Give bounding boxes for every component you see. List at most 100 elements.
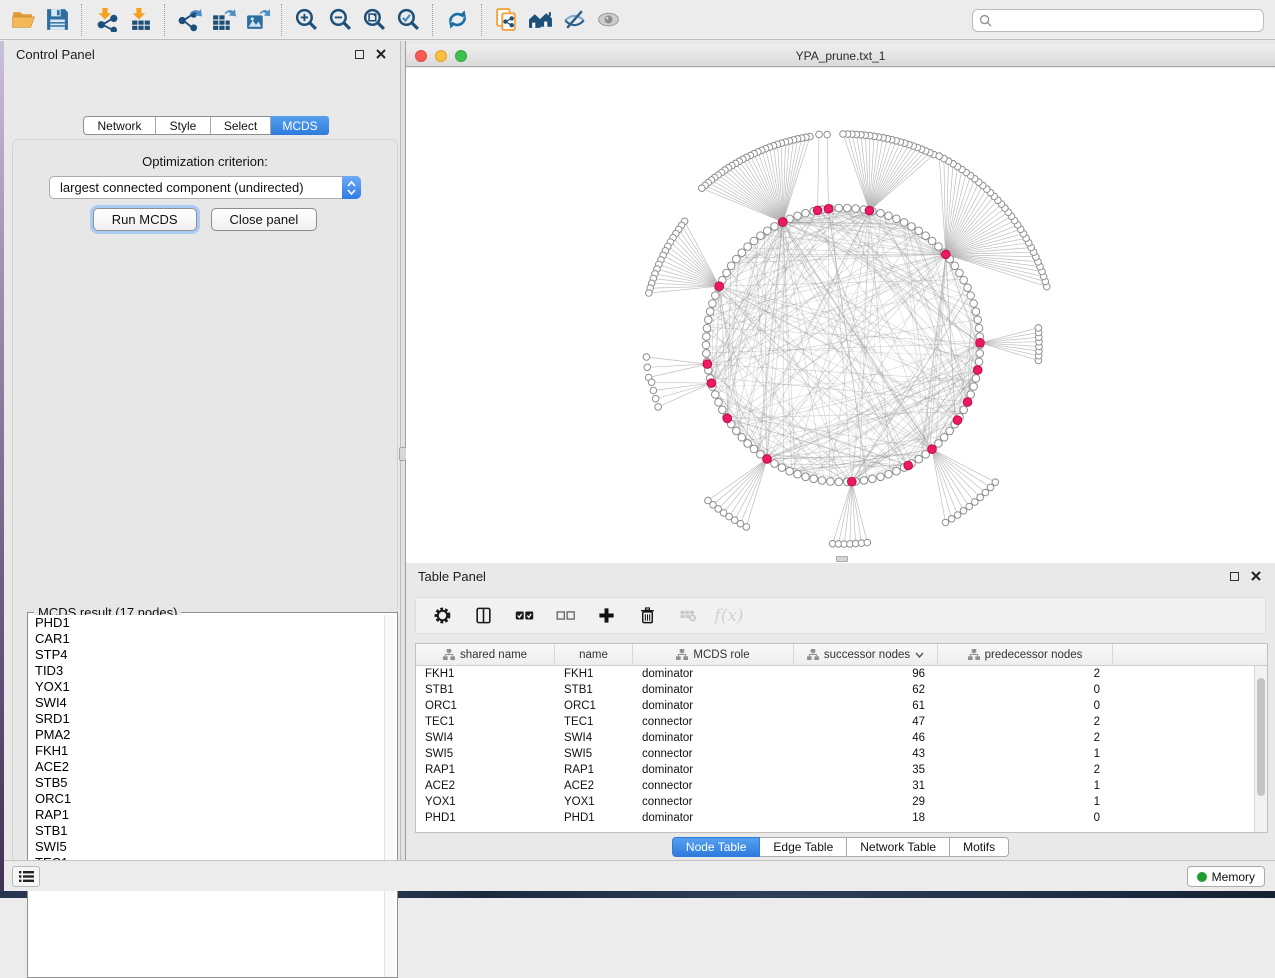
table-cell: connector bbox=[633, 748, 794, 760]
float-panel-button[interactable] bbox=[352, 47, 366, 61]
hide-selected-button[interactable] bbox=[557, 4, 591, 36]
column-header-mcds-role[interactable]: MCDS role bbox=[633, 644, 794, 665]
trash-icon bbox=[638, 606, 657, 625]
mcds-result-item[interactable]: YOX1 bbox=[30, 679, 395, 695]
gear-icon bbox=[433, 606, 452, 625]
float-table-panel-button[interactable] bbox=[1227, 569, 1241, 583]
close-panel-pushbutton[interactable]: Close panel bbox=[211, 208, 318, 231]
horizontal-splitter-grip[interactable] bbox=[836, 556, 848, 562]
tab-network-table[interactable]: Network Table bbox=[847, 837, 950, 857]
duplicate-view-icon bbox=[494, 7, 519, 32]
eye-icon bbox=[596, 7, 621, 32]
table-cell: STB1 bbox=[555, 684, 633, 696]
close-table-panel-button[interactable] bbox=[1249, 569, 1263, 583]
table-row[interactable]: YOX1YOX1connector291 bbox=[416, 794, 1254, 810]
table-row[interactable]: FKH1FKH1dominator962 bbox=[416, 666, 1254, 682]
network-window-titlebar[interactable]: YPA_prune.txt_1 bbox=[406, 45, 1275, 67]
mcds-result-item[interactable]: ACE2 bbox=[30, 759, 395, 775]
checked-boxes-icon bbox=[515, 606, 534, 625]
zoom-out-button[interactable] bbox=[323, 4, 357, 36]
table-row[interactable]: TEC1TEC1connector472 bbox=[416, 714, 1254, 730]
show-all-button[interactable] bbox=[591, 4, 625, 36]
column-header-name[interactable]: name bbox=[555, 644, 633, 665]
duplicate-view-button[interactable] bbox=[489, 4, 523, 36]
mcds-tab-content: Optimization criterion: largest connecte… bbox=[12, 139, 398, 879]
tab-network[interactable]: Network bbox=[84, 117, 156, 134]
table-cell: connector bbox=[633, 780, 794, 792]
mcds-result-item[interactable]: CAR1 bbox=[30, 631, 395, 647]
delete-table-button[interactable] bbox=[676, 604, 700, 628]
tab-mcds[interactable]: MCDS bbox=[271, 116, 329, 135]
table-scrollbar[interactable] bbox=[1254, 666, 1267, 832]
zoom-in-icon bbox=[294, 7, 319, 32]
table-row[interactable]: ACE2ACE2connector311 bbox=[416, 778, 1254, 794]
export-network-button[interactable] bbox=[172, 4, 206, 36]
delete-column-button[interactable] bbox=[635, 604, 659, 628]
column-header-predecessor-nodes[interactable]: predecessor nodes bbox=[938, 644, 1113, 665]
tab-select[interactable]: Select bbox=[211, 117, 271, 134]
open-file-button[interactable] bbox=[6, 4, 40, 36]
toolbar-separator bbox=[164, 4, 165, 36]
mcds-result-list[interactable]: PHD1CAR1STP4TID3YOX1SWI4SRD1PMA2FKH1ACE2… bbox=[30, 615, 395, 975]
mcds-result-item[interactable]: FKH1 bbox=[30, 743, 395, 759]
mcds-result-item[interactable]: SWI5 bbox=[30, 839, 395, 855]
table-panel: Table Panel f(x) shared namenameMCDS rol… bbox=[406, 563, 1275, 860]
close-panel-button[interactable] bbox=[374, 47, 388, 61]
import-network-button[interactable] bbox=[89, 4, 123, 36]
column-header-shared-name[interactable]: shared name bbox=[416, 644, 555, 665]
zoom-in-button[interactable] bbox=[289, 4, 323, 36]
mcds-result-scrollbar[interactable] bbox=[384, 615, 395, 977]
mcds-result-item[interactable]: STB5 bbox=[30, 775, 395, 791]
export-table-button[interactable] bbox=[206, 4, 240, 36]
save-session-button[interactable] bbox=[40, 4, 74, 36]
tab-node-table[interactable]: Node Table bbox=[672, 837, 761, 857]
open-folder-icon bbox=[11, 7, 36, 32]
network-canvas[interactable] bbox=[406, 68, 1275, 563]
table-scrollbar-thumb[interactable] bbox=[1257, 678, 1265, 796]
zoom-selected-icon bbox=[396, 7, 421, 32]
mcds-result-item[interactable]: TID3 bbox=[30, 663, 395, 679]
zoom-fit-button[interactable] bbox=[357, 4, 391, 36]
table-row[interactable]: PHD1PHD1dominator180 bbox=[416, 810, 1254, 826]
mcds-result-item[interactable]: ORC1 bbox=[30, 791, 395, 807]
column-header-successor-nodes[interactable]: successor nodes bbox=[794, 644, 938, 665]
memory-button[interactable]: Memory bbox=[1187, 866, 1265, 887]
table-settings-button[interactable] bbox=[430, 604, 454, 628]
run-mcds-button[interactable]: Run MCDS bbox=[93, 208, 197, 231]
select-all-rows-button[interactable] bbox=[512, 604, 536, 628]
table-cell: TEC1 bbox=[555, 716, 633, 728]
function-builder-button[interactable]: f(x) bbox=[717, 604, 741, 628]
tab-edge-table[interactable]: Edge Table bbox=[760, 837, 847, 857]
mcds-result-item[interactable]: STB1 bbox=[30, 823, 395, 839]
show-panels-button[interactable] bbox=[12, 866, 40, 887]
table-cell: 29 bbox=[794, 796, 938, 808]
mcds-result-item[interactable]: PHD1 bbox=[30, 615, 395, 631]
refresh-view-button[interactable] bbox=[440, 4, 474, 36]
first-neighbors-button[interactable] bbox=[523, 4, 557, 36]
tab-motifs[interactable]: Motifs bbox=[950, 837, 1009, 857]
import-table-button[interactable] bbox=[123, 4, 157, 36]
mcds-result-item[interactable]: SWI4 bbox=[30, 695, 395, 711]
mcds-result-item[interactable]: SRD1 bbox=[30, 711, 395, 727]
criterion-dropdown[interactable]: largest connected component (undirected) bbox=[49, 176, 361, 199]
table-row[interactable]: SWI5SWI5connector431 bbox=[416, 746, 1254, 762]
table-row[interactable]: RAP1RAP1dominator352 bbox=[416, 762, 1254, 778]
search-input[interactable] bbox=[992, 14, 1263, 28]
mcds-result-item[interactable]: RAP1 bbox=[30, 807, 395, 823]
network-graph[interactable] bbox=[406, 68, 1275, 563]
toggle-panel-layout-button[interactable] bbox=[471, 604, 495, 628]
tab-style[interactable]: Style bbox=[156, 117, 211, 134]
app-window: Control Panel Network Style Select MCDS … bbox=[0, 0, 1275, 898]
search-field[interactable] bbox=[972, 9, 1264, 32]
network-window: YPA_prune.txt_1 bbox=[406, 41, 1275, 563]
table-row[interactable]: SWI4SWI4dominator462 bbox=[416, 730, 1254, 746]
add-column-button[interactable] bbox=[594, 604, 618, 628]
zoom-selected-button[interactable] bbox=[391, 4, 425, 36]
table-cell: SWI4 bbox=[555, 732, 633, 744]
deselect-all-rows-button[interactable] bbox=[553, 604, 577, 628]
table-row[interactable]: STB1STB1dominator620 bbox=[416, 682, 1254, 698]
mcds-result-item[interactable]: PMA2 bbox=[30, 727, 395, 743]
export-image-button[interactable] bbox=[240, 4, 274, 36]
mcds-result-item[interactable]: STP4 bbox=[30, 647, 395, 663]
table-row[interactable]: ORC1ORC1dominator610 bbox=[416, 698, 1254, 714]
